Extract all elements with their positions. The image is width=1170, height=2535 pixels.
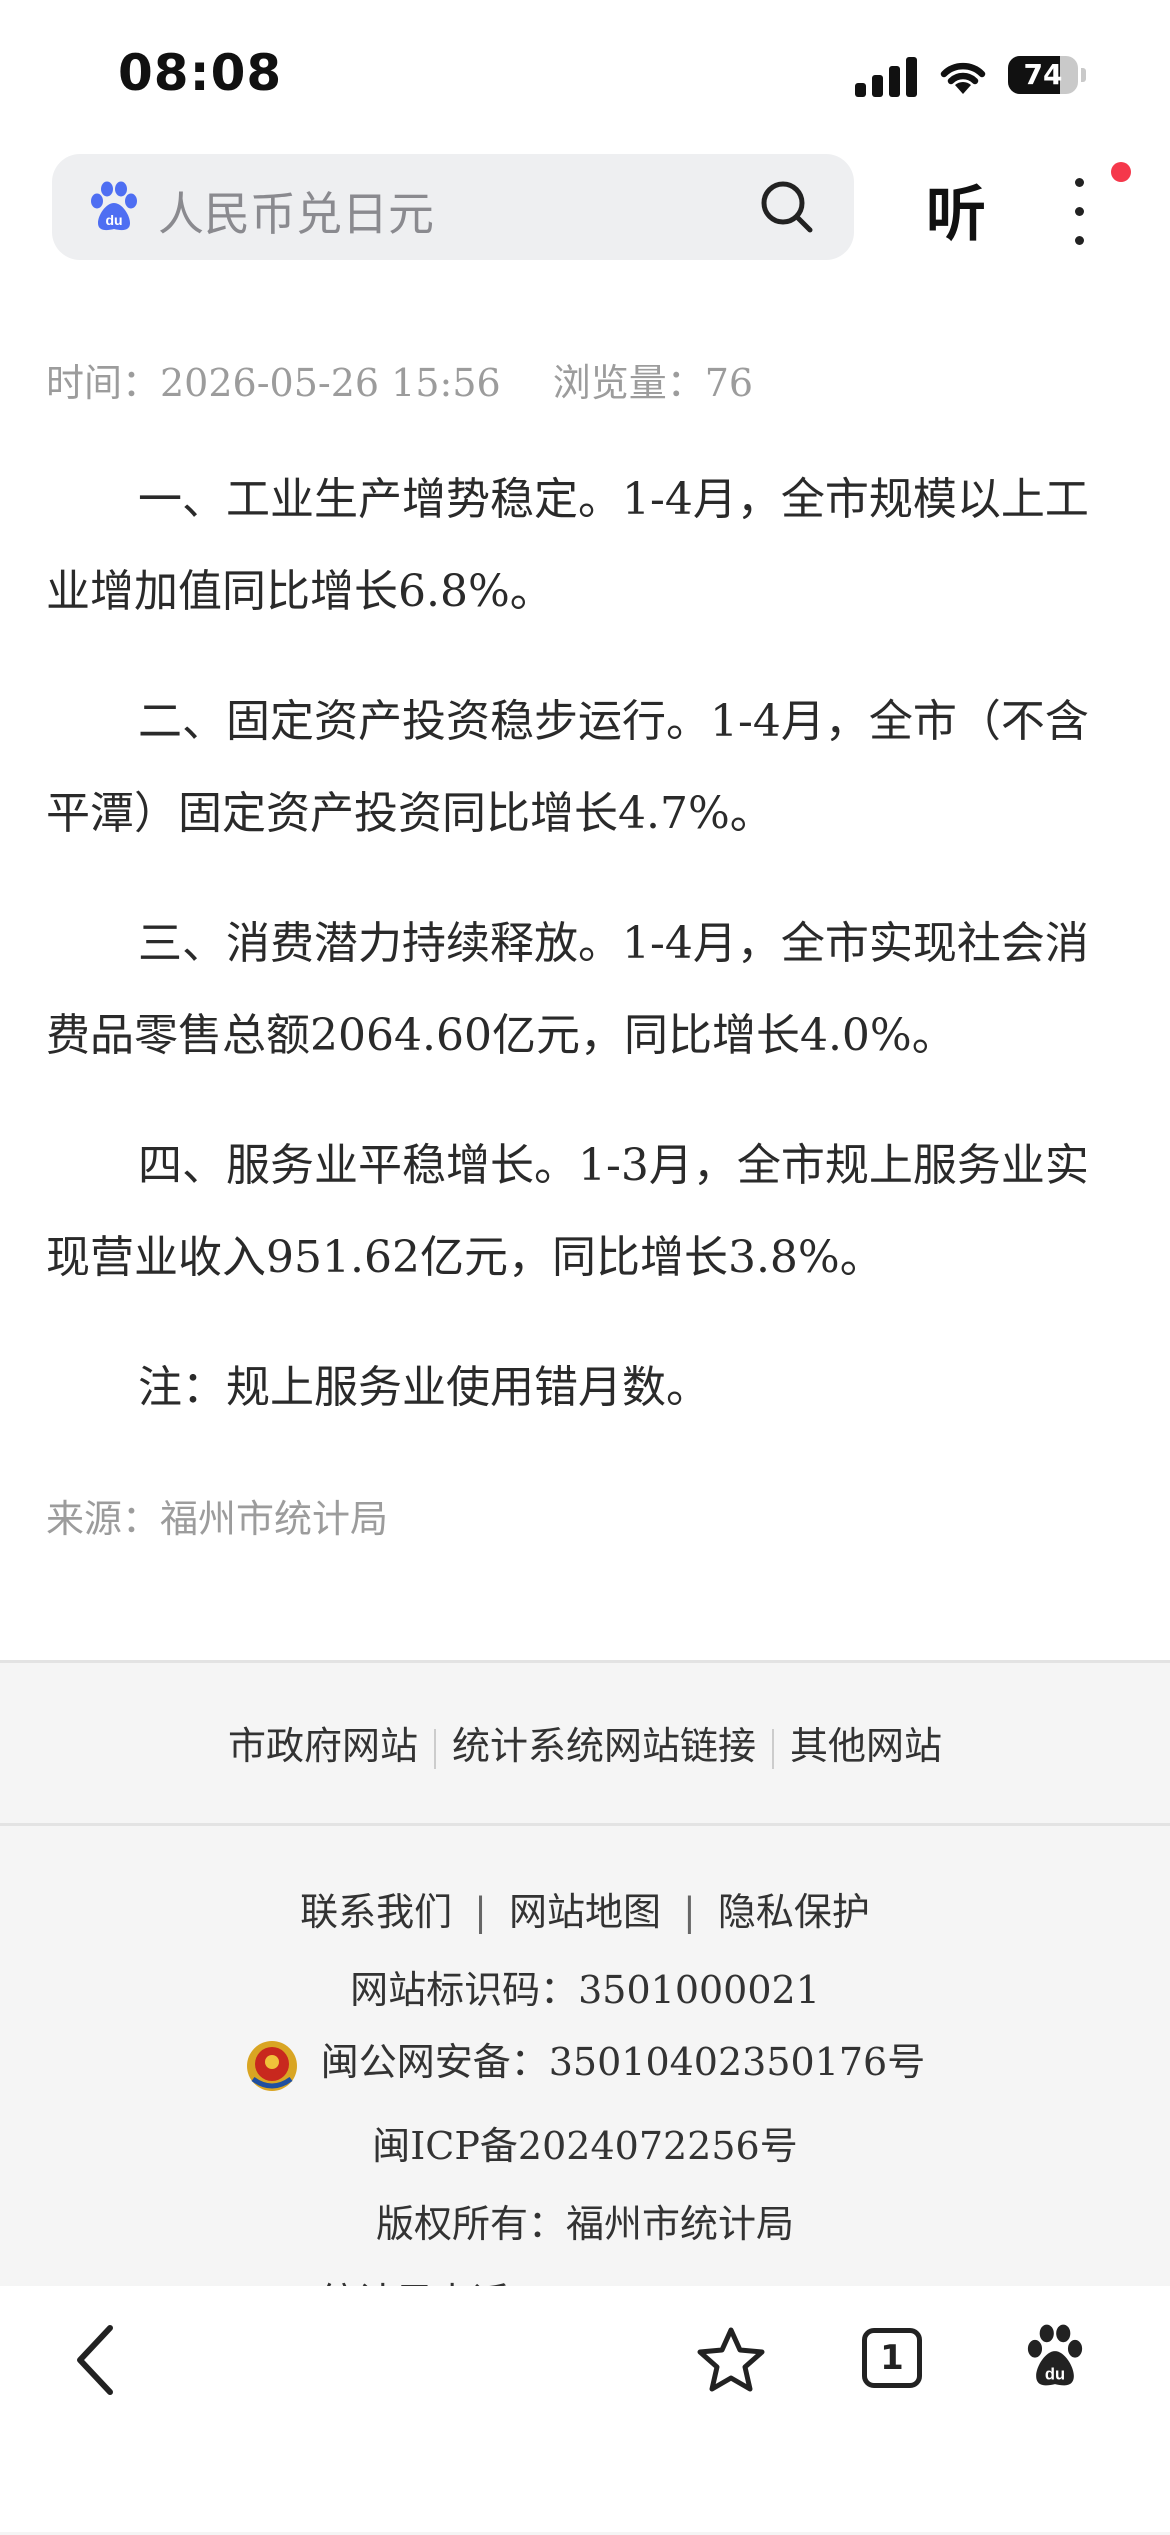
- footer-divider: [0, 1823, 1170, 1826]
- status-bar: 08:08 74: [0, 0, 1170, 150]
- footer-links-bottom: 联系我们 | 网站地图 | 隐私保护: [300, 1890, 870, 1934]
- clock: 08:08: [118, 44, 283, 102]
- favorite-star-icon[interactable]: [696, 2326, 766, 2394]
- wifi-icon: [940, 62, 986, 94]
- more-menu-icon[interactable]: [1064, 172, 1094, 252]
- link-statistics-system[interactable]: 统计系统网站链接: [452, 1724, 756, 1768]
- link-other-sites[interactable]: 其他网站: [790, 1724, 942, 1768]
- search-input[interactable]: 人民币兑日元: [158, 178, 434, 244]
- tab-count: 1: [880, 2338, 904, 2378]
- article-paragraph: 三、消费潜力持续释放。1-4月，全市实现社会消费品零售总额2064.60亿元，同…: [46, 918, 1089, 1061]
- link-site-map[interactable]: 网站地图: [509, 1890, 661, 1934]
- svg-text:du: du: [105, 212, 122, 228]
- article-paragraph: 四、服务业平稳增长。1-3月，全市规上服务业实现营业收入951.62亿元，同比增…: [46, 1140, 1089, 1283]
- battery-level: 74: [1023, 58, 1063, 91]
- bottom-toolbar: 1 du: [0, 2286, 1170, 2532]
- view-count: 浏览量：76: [552, 361, 754, 405]
- police-emblem-icon: [246, 2040, 297, 2091]
- article-paragraph: 二、固定资产投资稳步运行。1-4月，全市（不含平潭）固定资产投资同比增长4.7%…: [46, 696, 1089, 839]
- cellular-signal-icon: [855, 55, 917, 97]
- police-record[interactable]: 闽公网安备：35010402350176号: [321, 2040, 925, 2084]
- article-meta: 时间：2026-05-26 15:56 浏览量：76: [46, 352, 805, 407]
- link-divider: [433, 1728, 436, 1769]
- link-city-government[interactable]: 市政府网站: [228, 1724, 418, 1768]
- article-source: 来源：福州市统计局: [46, 1497, 389, 1541]
- publish-time: 时间：2026-05-26 15:56: [46, 361, 501, 405]
- footer-links-top: 市政府网站 统计系统网站链接 其他网站: [0, 1715, 1170, 1770]
- icp-record[interactable]: 闽ICP备2024072256号: [0, 2115, 1170, 2170]
- listen-button[interactable]: 听: [926, 166, 986, 253]
- police-record-row: 闽公网安备：35010402350176号: [0, 2031, 1170, 2093]
- svg-text:du: du: [1045, 2365, 1065, 2383]
- site-id: 网站标识码：3501000021: [350, 1968, 820, 2012]
- article-note: 注：规上服务业使用错月数。: [138, 1362, 710, 1413]
- link-contact-us[interactable]: 联系我们: [300, 1890, 452, 1934]
- link-privacy[interactable]: 隐私保护: [718, 1890, 870, 1934]
- battery-cap: [1081, 68, 1086, 82]
- search-icon[interactable]: [758, 178, 816, 236]
- notification-dot: [1111, 162, 1131, 182]
- back-icon[interactable]: [72, 2320, 122, 2400]
- search-bar[interactable]: du 人民币兑日元: [52, 154, 854, 260]
- battery-icon: 74: [1008, 56, 1078, 94]
- link-divider: [772, 1728, 774, 1769]
- baidu-paw-icon: du: [91, 181, 137, 231]
- article-paragraph: 一、工业生产增势稳定。1-4月，全市规模以上工业增加值同比增长6.8%。: [46, 474, 1089, 617]
- tabs-button[interactable]: 1: [862, 2328, 922, 2388]
- baidu-home-icon[interactable]: du: [1024, 2324, 1086, 2390]
- copyright: 版权所有：福州市统计局: [375, 2202, 794, 2246]
